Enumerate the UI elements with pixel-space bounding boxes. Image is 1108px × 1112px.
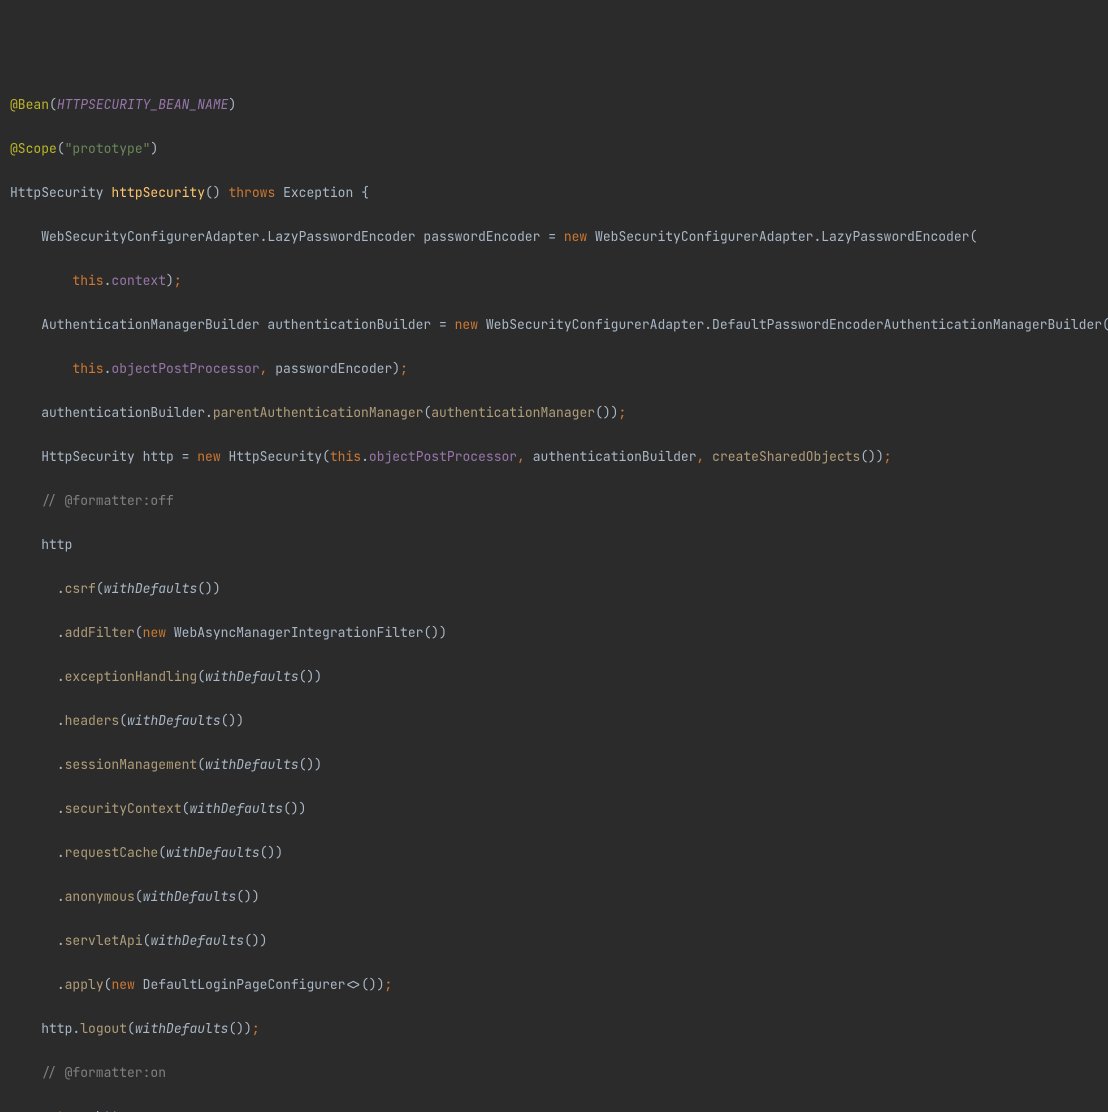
code-line: http.logout(withDefaults()); (10, 1018, 1098, 1040)
method-call: anonymous (65, 888, 135, 905)
code-line: HttpSecurity httpSecurity() throws Excep… (10, 182, 1098, 204)
code-line: http (10, 534, 1098, 556)
paren: ) (228, 96, 236, 113)
code-line: .securityContext(withDefaults()) (10, 798, 1098, 820)
static-call: withDefaults (205, 668, 299, 685)
method-call: requestCache (65, 844, 159, 861)
static-call: withDefaults (166, 844, 260, 861)
code-line: .addFilter(new WebAsyncManagerIntegratio… (10, 622, 1098, 644)
method-call: authenticationManager (431, 404, 595, 421)
code-line: this.objectPostProcessor, passwordEncode… (10, 358, 1098, 380)
keyword-new: new (143, 624, 166, 641)
keyword-this: this (72, 272, 103, 289)
method-call: securityContext (65, 800, 182, 817)
code-line: .headers(withDefaults()) (10, 710, 1098, 732)
constructor-type: WebSecurityConfigurerAdapter.LazyPasswor… (595, 228, 969, 245)
keyword-new: new (197, 448, 220, 465)
constructor-type: HttpSecurity (228, 448, 322, 465)
var-name: authenticationBuilder (267, 316, 439, 333)
static-call: withDefaults (143, 888, 237, 905)
method-call: addFilter (65, 624, 135, 641)
arg: passwordEncoder (275, 360, 392, 377)
comment: // @formatter:off (41, 492, 174, 509)
var-type: AuthenticationManagerBuilder (41, 316, 267, 333)
code-line: authenticationBuilder.parentAuthenticati… (10, 402, 1098, 424)
code-line: .csrf(withDefaults()) (10, 578, 1098, 600)
annotation: @Bean (10, 96, 49, 113)
code-line: // @formatter:on (10, 1062, 1098, 1084)
field-ref: objectPostProcessor (111, 360, 259, 377)
code-line: .requestCache(withDefaults()) (10, 842, 1098, 864)
code-line: .sessionManagement(withDefaults()) (10, 754, 1098, 776)
code-line: .anonymous(withDefaults()) (10, 886, 1098, 908)
paren: ) (150, 140, 158, 157)
field-ref: context (111, 272, 166, 289)
var-ref: authenticationBuilder (41, 404, 205, 421)
annotation: @Scope (10, 140, 57, 157)
var-name: http (143, 448, 182, 465)
code-editor[interactable]: @Bean(HTTPSECURITY_BEAN_NAME) @Scope("pr… (10, 94, 1098, 1112)
code-line: @Scope("prototype") (10, 138, 1098, 160)
arg: authenticationBuilder (533, 448, 697, 465)
static-call: withDefaults (135, 1020, 229, 1037)
code-line: AuthenticationManagerBuilder authenticat… (10, 314, 1098, 336)
paren: ( (57, 140, 65, 157)
code-line: return http; (10, 1106, 1098, 1112)
keyword-this: this (330, 448, 361, 465)
method-call: headers (65, 712, 120, 729)
static-call: withDefaults (150, 932, 244, 949)
code-line: HttpSecurity http = new HttpSecurity(thi… (10, 446, 1098, 468)
field-ref: objectPostProcessor (369, 448, 517, 465)
method-call: exceptionHandling (65, 668, 198, 685)
string-literal: "prototype" (65, 140, 151, 157)
keyword-new: new (455, 316, 478, 333)
code-line: @Bean(HTTPSECURITY_BEAN_NAME) (10, 94, 1098, 116)
var-type: WebSecurityConfigurerAdapter.LazyPasswor… (41, 228, 423, 245)
var-name: passwordEncoder (423, 228, 548, 245)
var-type: HttpSecurity (41, 448, 142, 465)
method-call: apply (65, 976, 104, 993)
method-call: logout (80, 1020, 127, 1037)
static-call: withDefaults (127, 712, 221, 729)
var-ref: http (96, 1108, 127, 1112)
var-ref: http (41, 536, 72, 553)
method-call: csrf (65, 580, 96, 597)
code-line: .apply(new DefaultLoginPageConfigurer<>(… (10, 974, 1098, 996)
keyword-new: new (111, 976, 134, 993)
constant-ref: HTTPSECURITY_BEAN_NAME (57, 96, 229, 113)
paren: ( (49, 96, 57, 113)
return-type: HttpSecurity (10, 184, 104, 201)
keyword-new: new (564, 228, 587, 245)
constructor-type: WebAsyncManagerIntegrationFilter (174, 624, 424, 641)
generic-diamond: <> (345, 976, 361, 993)
code-line: .exceptionHandling(withDefaults()) (10, 666, 1098, 688)
method-name: httpSecurity (111, 184, 205, 201)
code-line: .servletApi(withDefaults()) (10, 930, 1098, 952)
method-call: createSharedObjects (712, 448, 860, 465)
code-line: // @formatter:off (10, 490, 1098, 512)
method-call: sessionManagement (65, 756, 198, 773)
comment: // @formatter:on (41, 1064, 166, 1081)
constructor-type: DefaultLoginPageConfigurer (143, 976, 346, 993)
code-line: this.context); (10, 270, 1098, 292)
keyword-this: this (72, 360, 103, 377)
method-call: servletApi (65, 932, 143, 949)
keyword-return: return (41, 1108, 88, 1112)
constructor-type: WebSecurityConfigurerAdapter.DefaultPass… (486, 316, 1102, 333)
code-line: WebSecurityConfigurerAdapter.LazyPasswor… (10, 226, 1098, 248)
static-call: withDefaults (205, 756, 299, 773)
keyword-throws: throws (228, 184, 275, 201)
exception-type: Exception (283, 184, 353, 201)
static-call: withDefaults (189, 800, 283, 817)
var-ref: http (41, 1020, 72, 1037)
static-call: withDefaults (104, 580, 198, 597)
method-call: parentAuthenticationManager (213, 404, 424, 421)
